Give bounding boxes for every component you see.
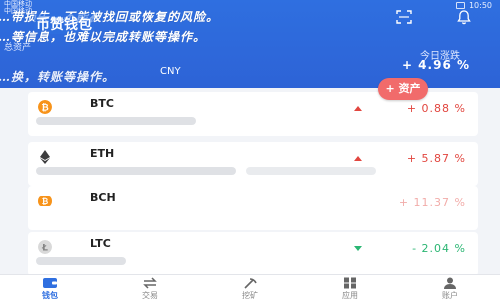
apps-icon: [344, 277, 356, 289]
wallet-header: 中国移动 中国移动 10:50 …带损失，不能被找回或恢复的风险。 币赞钱包 ……: [0, 0, 500, 88]
total-assets-label: 总资产: [4, 43, 32, 53]
overlay-text-line-1: …带损失，不能被找回或恢复的风险。: [0, 10, 220, 24]
scan-icon[interactable]: [396, 10, 412, 24]
asset-symbol: BTC: [90, 97, 114, 110]
up-arrow-icon: [354, 156, 362, 161]
eth-icon: [40, 150, 50, 164]
asset-change: + 0.88 %: [406, 102, 466, 115]
currency-label[interactable]: CNY: [160, 66, 181, 77]
tab-label: 钱包: [42, 291, 58, 300]
up-arrow-icon: [354, 106, 362, 111]
asset-row-bch[interactable]: ₿ BCH + 11.37 %: [28, 186, 478, 230]
asset-value-blurred: [246, 167, 376, 175]
svg-text:₿: ₿: [41, 103, 48, 114]
mining-icon: [244, 278, 257, 289]
tab-account[interactable]: 账户: [400, 275, 500, 300]
today-change-value: + 4.96 %: [401, 58, 470, 72]
asset-change: - 2.04 %: [412, 242, 466, 255]
bottom-tab-bar: 钱包 交易 挖矿 应用 账户: [0, 274, 500, 300]
user-icon: [444, 277, 456, 289]
tab-label: 挖矿: [242, 291, 258, 300]
tab-wallet[interactable]: 钱包: [0, 275, 100, 300]
tab-exchange[interactable]: 交易: [100, 275, 200, 300]
asset-balance-blurred: [36, 257, 126, 265]
tab-apps[interactable]: 应用: [300, 275, 400, 300]
status-right: 10:50: [455, 1, 492, 10]
asset-list: ₿ BTC + 0.88 % ETH + 5.87 % ₿ BCH + 11.3…: [0, 88, 500, 276]
asset-symbol: ETH: [90, 147, 115, 160]
battery-icon: [455, 2, 465, 9]
exchange-icon: [143, 277, 157, 289]
tab-label: 应用: [342, 291, 358, 300]
tab-mining[interactable]: 挖矿: [200, 275, 300, 300]
asset-balance-blurred: [36, 167, 236, 175]
svg-text:Ł: Ł: [41, 244, 48, 254]
asset-symbol: LTC: [90, 237, 111, 250]
asset-row-eth[interactable]: ETH + 5.87 %: [28, 142, 478, 186]
ltc-icon: Ł: [38, 240, 52, 254]
wallet-icon: [43, 278, 57, 288]
down-arrow-icon: [354, 246, 362, 251]
asset-balance-blurred: [36, 117, 196, 125]
asset-change: + 11.37 %: [398, 196, 466, 209]
asset-symbol: BCH: [90, 191, 116, 204]
asset-row-ltc[interactable]: Ł LTC - 2.04 %: [28, 232, 478, 276]
bch-icon: ₿: [38, 196, 52, 206]
clock: 10:50: [468, 1, 492, 10]
tab-label: 账户: [442, 291, 458, 300]
svg-text:₿: ₿: [42, 197, 49, 206]
btc-icon: ₿: [38, 100, 52, 114]
asset-change: + 5.87 %: [406, 152, 466, 165]
overlay-text-line-3: …换，转账等操作。: [0, 70, 116, 84]
tab-label: 交易: [142, 291, 158, 300]
add-asset-button[interactable]: + 资产: [378, 78, 428, 100]
bell-icon[interactable]: [456, 9, 472, 25]
